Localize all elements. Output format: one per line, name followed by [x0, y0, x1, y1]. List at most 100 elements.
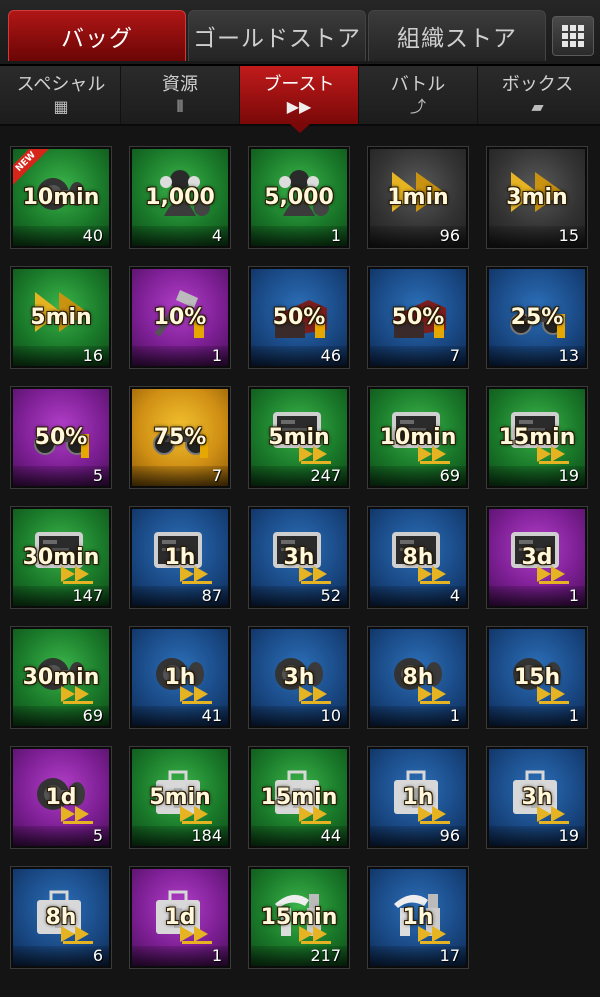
item-slot[interactable]: 1h 41: [129, 626, 231, 729]
tab-gold-store-label: ゴールドストア: [193, 26, 361, 52]
item-slot[interactable]: 50% 7: [367, 266, 469, 369]
item-slot[interactable]: 5min 247: [248, 386, 350, 489]
item-slot[interactable]: 8h 4: [367, 506, 469, 609]
item-label: 15min: [260, 905, 338, 930]
top-bar: バッグ ゴールドストア 組織ストア: [0, 0, 600, 66]
item-slot[interactable]: 10min 40 NEW: [10, 146, 112, 249]
item-count: 41: [201, 706, 222, 725]
subtab-special-label: スペシャル: [16, 74, 106, 95]
item-count: 52: [320, 586, 341, 605]
item-count: 184: [191, 826, 222, 845]
item-label: 15min: [498, 425, 576, 450]
item-slot[interactable]: 15min 19: [486, 386, 588, 489]
item-label: 1,000: [145, 185, 215, 210]
subtab-box-label: ボックス: [501, 74, 574, 95]
item-slot[interactable]: 3h 10: [248, 626, 350, 729]
item-count: 1: [568, 706, 579, 725]
item-count: 19: [558, 826, 579, 845]
item-count: 1: [211, 346, 222, 365]
item-slot[interactable]: 15h 1: [486, 626, 588, 729]
item-count: 7: [211, 466, 222, 485]
item-label: 5,000: [264, 185, 334, 210]
item-label: 30min: [22, 665, 100, 690]
item-count: 87: [201, 586, 222, 605]
sub-tab-bar: スペシャル ▦ 資源 ⦀ ブースト ▶▶ バトル ⤴ ボックス ▰: [0, 66, 600, 126]
item-label: 10min: [22, 185, 100, 210]
item-label: 1min: [387, 185, 449, 210]
item-slot[interactable]: 3h 52: [248, 506, 350, 609]
item-label: 10min: [379, 425, 457, 450]
item-count: 4: [449, 586, 460, 605]
item-slot[interactable]: 1,000 4: [129, 146, 231, 249]
item-count: 10: [320, 706, 341, 725]
item-label: 1d: [45, 785, 77, 810]
item-slot[interactable]: 50% 46: [248, 266, 350, 369]
item-label: 8h: [402, 545, 434, 570]
tab-organization-store[interactable]: 組織ストア: [368, 10, 546, 61]
item-slot[interactable]: 50% 5: [10, 386, 112, 489]
item-slot[interactable]: 3h 19: [486, 746, 588, 849]
subtab-battle[interactable]: バトル ⤴: [359, 66, 478, 124]
item-label: 50%: [391, 305, 445, 330]
item-slot[interactable]: 15min 217: [248, 866, 350, 969]
item-count: 1: [330, 226, 341, 245]
tab-bag-label: バッグ: [61, 26, 133, 52]
item-count: 1: [568, 586, 579, 605]
item-label: 5min: [30, 305, 92, 330]
item-slot[interactable]: 5,000 1: [248, 146, 350, 249]
item-slot[interactable]: 8h 1: [367, 626, 469, 729]
grid-icon: [562, 25, 584, 47]
item-count: 147: [72, 586, 103, 605]
item-slot[interactable]: 1min 96: [367, 146, 469, 249]
item-count: 96: [439, 226, 460, 245]
item-count: 44: [320, 826, 341, 845]
subtab-resources[interactable]: 資源 ⦀: [121, 66, 240, 124]
item-slot[interactable]: 1d 1: [129, 866, 231, 969]
item-slot[interactable]: 15min 44: [248, 746, 350, 849]
item-slot[interactable]: 1h 87: [129, 506, 231, 609]
item-slot[interactable]: 30min 69: [10, 626, 112, 729]
item-slot[interactable]: 1d 5: [10, 746, 112, 849]
subtab-special[interactable]: スペシャル ▦: [2, 66, 121, 124]
item-slot[interactable]: 3min 15: [486, 146, 588, 249]
item-slot[interactable]: 1h 96: [367, 746, 469, 849]
tab-bag[interactable]: バッグ: [8, 10, 186, 61]
item-slot[interactable]: 5min 184: [129, 746, 231, 849]
item-count: 13: [558, 346, 579, 365]
item-slot[interactable]: 30min 147: [10, 506, 112, 609]
item-slot[interactable]: 3d 1: [486, 506, 588, 609]
grid-menu-button[interactable]: [552, 16, 594, 56]
item-count: 7: [449, 346, 460, 365]
item-count: 15: [558, 226, 579, 245]
item-slot[interactable]: 75% 7: [129, 386, 231, 489]
item-slot[interactable]: 25% 13: [486, 266, 588, 369]
item-label: 3h: [521, 785, 553, 810]
item-label: 3d: [521, 545, 553, 570]
item-count: 217: [310, 946, 341, 965]
item-count: 6: [92, 946, 103, 965]
item-slot[interactable]: 10% 1: [129, 266, 231, 369]
item-label: 8h: [402, 665, 434, 690]
item-label: 1h: [402, 785, 434, 810]
item-label: 10%: [153, 305, 207, 330]
item-label: 3h: [283, 665, 315, 690]
fast-forward-icon: ▶▶: [286, 97, 312, 116]
item-slot[interactable]: 1h 17: [367, 866, 469, 969]
subtab-boost-label: ブースト: [263, 74, 335, 95]
item-label: 15h: [513, 665, 561, 690]
box-icon: ▰: [531, 97, 544, 116]
item-label: 15min: [260, 785, 338, 810]
subtab-box[interactable]: ボックス ▰: [478, 66, 597, 124]
subtab-battle-label: バトル: [390, 74, 446, 95]
item-slot[interactable]: 5min 16: [10, 266, 112, 369]
arrow-up-icon: ⤴: [409, 97, 426, 116]
tab-gold-store[interactable]: ゴールドストア: [188, 10, 366, 61]
item-slot[interactable]: 8h 6: [10, 866, 112, 969]
item-slot[interactable]: 10min 69: [367, 386, 469, 489]
item-label: 3min: [506, 185, 568, 210]
subtab-boost[interactable]: ブースト ▶▶: [240, 66, 359, 124]
grid-icon: ▦: [53, 97, 69, 116]
item-count: 4: [211, 226, 222, 245]
item-label: 1d: [164, 905, 196, 930]
item-count: 247: [310, 466, 341, 485]
